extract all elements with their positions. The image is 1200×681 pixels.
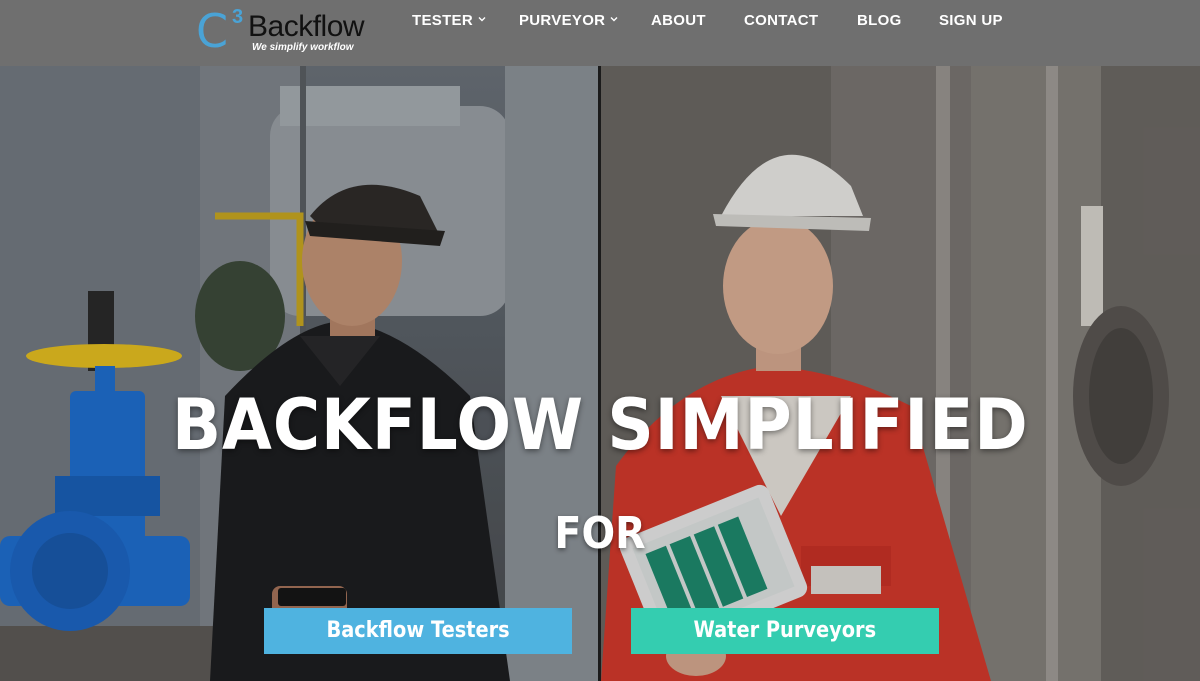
nav-item-label: BLOG (857, 12, 902, 29)
water-purveyors-label: Water Purveyors (693, 618, 877, 643)
hero-dark-overlay (0, 66, 1200, 681)
site-header: C 3 Backflow We simplify workflow TESTER… (0, 0, 1200, 66)
nav-item-blog[interactable]: BLOG (857, 12, 902, 29)
nav-item-label: SIGN UP (939, 12, 1003, 29)
chevron-down-icon (610, 17, 618, 22)
main-navigation: TESTER PURVEYOR ABOUT CONTACT BLOG SIGN … (0, 0, 1200, 40)
water-purveyors-button[interactable]: Water Purveyors (631, 608, 939, 654)
backflow-testers-label: Backflow Testers (326, 618, 510, 643)
hero-subheadline: FOR (554, 508, 646, 559)
logo-tagline: We simplify workflow (252, 42, 354, 53)
nav-item-about[interactable]: ABOUT (651, 12, 706, 29)
nav-item-tester[interactable]: TESTER (412, 12, 486, 29)
backflow-testers-button[interactable]: Backflow Testers (264, 608, 572, 654)
nav-item-contact[interactable]: CONTACT (744, 12, 818, 29)
nav-item-label: PURVEYOR (519, 12, 606, 29)
nav-item-sign-up[interactable]: SIGN UP (939, 12, 1003, 29)
nav-item-label: TESTER (412, 12, 473, 29)
hero-headline: BACKFLOW SIMPLIFIED (172, 384, 1029, 466)
nav-item-label: ABOUT (651, 12, 706, 29)
nav-item-purveyor[interactable]: PURVEYOR (519, 12, 618, 29)
nav-item-label: CONTACT (744, 12, 819, 29)
hero-section: BACKFLOW SIMPLIFIED FOR Backflow Testers… (0, 66, 1200, 681)
chevron-down-icon (478, 17, 486, 22)
